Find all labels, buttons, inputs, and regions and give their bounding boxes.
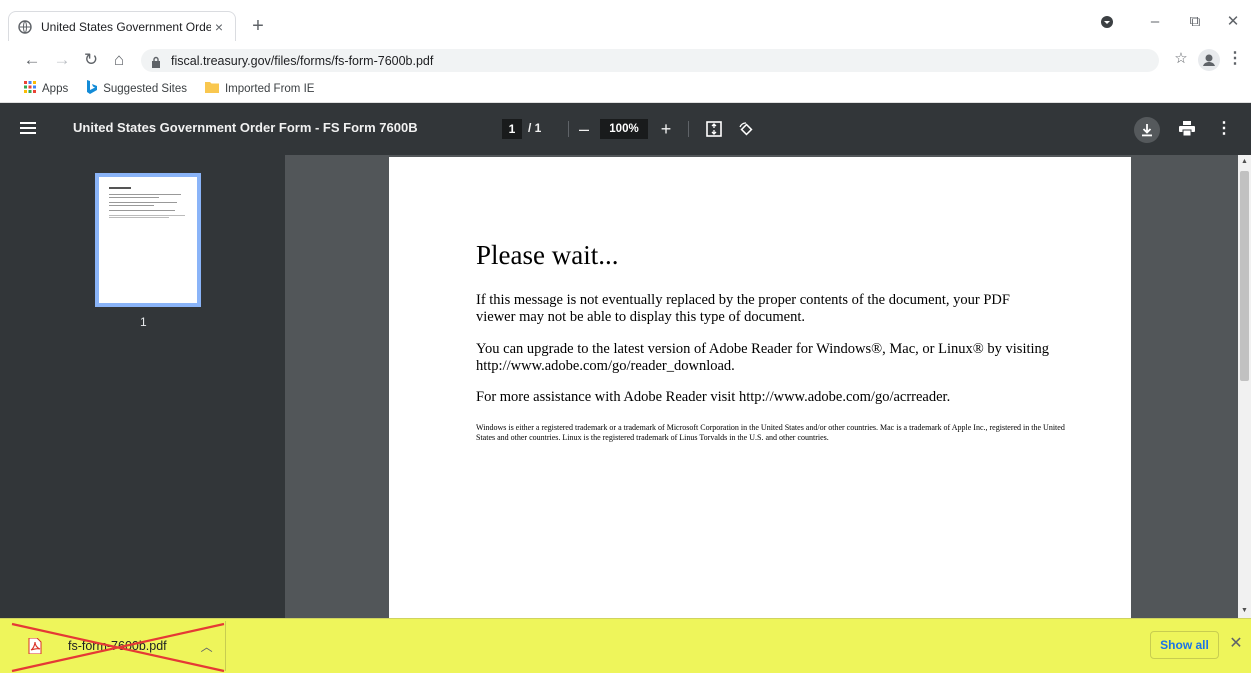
- document-title: United States Government Order Form - FS…: [73, 120, 418, 135]
- download-shelf-close-icon[interactable]: ✕: [1227, 633, 1245, 655]
- more-options-icon[interactable]: ⋮: [1216, 117, 1232, 141]
- bing-icon: [86, 80, 98, 97]
- window-close-button[interactable]: ✕: [1221, 10, 1245, 34]
- rotate-icon[interactable]: [734, 117, 758, 141]
- apps-grid-icon: [24, 81, 36, 96]
- scrollbar-thumb[interactable]: [1240, 171, 1249, 381]
- thumb-line: [109, 215, 185, 216]
- page-thumbnail[interactable]: [95, 173, 201, 307]
- tab-close-icon[interactable]: ×: [211, 19, 227, 35]
- restore-button[interactable]: ⧉: [1183, 10, 1207, 34]
- address-bar[interactable]: fiscal.treasury.gov/files/forms/fs-form-…: [141, 49, 1159, 72]
- pdf-toolbar: United States Government Order Form - FS…: [0, 103, 1251, 155]
- page-number-input[interactable]: 1: [502, 119, 522, 139]
- browser-toolbar: ← → ↻ ⌂ fiscal.treasury.gov/files/forms/…: [0, 44, 1251, 76]
- profile-menu-icon[interactable]: [1095, 10, 1119, 34]
- bookmark-label: Apps: [42, 82, 69, 95]
- paragraph-assistance: For more assistance with Adobe Reader vi…: [476, 389, 951, 405]
- url-text: fiscal.treasury.gov/files/forms/fs-form-…: [171, 53, 434, 68]
- bookmarks-bar: Apps Suggested Sites Imported From IE: [0, 76, 1251, 101]
- bookmark-label: Suggested Sites: [103, 82, 187, 95]
- thumbnail-page-number: 1: [140, 315, 147, 329]
- fit-page-icon[interactable]: [702, 117, 726, 141]
- scroll-down-arrow-icon[interactable]: ▼: [1238, 604, 1251, 618]
- pdf-page: Please wait... If this message is not ev…: [389, 157, 1131, 618]
- hamburger-menu-icon[interactable]: [20, 117, 44, 141]
- show-all-button[interactable]: Show all: [1150, 631, 1219, 659]
- thumb-line: [109, 217, 169, 218]
- back-arrow-icon[interactable]: ←: [20, 48, 44, 72]
- scroll-up-arrow-icon[interactable]: ▲: [1238, 155, 1251, 169]
- thumb-line: [109, 205, 154, 206]
- red-cross-annotation: [11, 622, 225, 673]
- bookmark-star-icon[interactable]: ☆: [1170, 48, 1192, 70]
- globe-icon: [17, 19, 33, 35]
- paragraph-upgrade: You can upgrade to the latest version of…: [476, 341, 1050, 374]
- page-total: / 1: [528, 121, 542, 135]
- minimize-button[interactable]: –: [1143, 10, 1167, 34]
- zoom-out-button[interactable]: –: [572, 117, 596, 141]
- thumb-line: [109, 187, 131, 189]
- vertical-scrollbar[interactable]: ▲ ▼: [1238, 155, 1251, 618]
- tab-strip: United States Government Order × + – ⧉ ✕: [0, 0, 1251, 44]
- thumb-line: [109, 197, 159, 198]
- thumb-line: [109, 210, 175, 211]
- toolbar-divider: [688, 121, 689, 137]
- bookmark-imported-from-ie[interactable]: Imported From IE: [204, 81, 315, 96]
- download-shelf: fs-form-7600b.pdf ︿ Show all ✕: [0, 618, 1251, 673]
- browser-menu-icon[interactable]: ⋮: [1226, 48, 1244, 70]
- browser-chrome: United States Government Order × + – ⧉ ✕…: [0, 0, 1251, 103]
- zoom-in-button[interactable]: +: [654, 117, 678, 141]
- account-avatar[interactable]: [1198, 49, 1220, 71]
- folder-icon: [204, 81, 219, 96]
- thumb-line: [109, 194, 181, 195]
- toolbar-divider: [568, 121, 569, 137]
- zoom-level-input[interactable]: 100%: [600, 119, 648, 139]
- browser-tab[interactable]: United States Government Order ×: [8, 11, 236, 41]
- download-icon[interactable]: [1134, 117, 1160, 143]
- thumb-line: [109, 202, 177, 203]
- home-icon[interactable]: ⌂: [107, 48, 131, 72]
- document-viewport[interactable]: Please wait... If this message is not ev…: [285, 155, 1238, 618]
- forward-arrow-icon[interactable]: →: [50, 48, 74, 72]
- trademark-notice: Windows is either a registered trademark…: [476, 423, 1065, 442]
- reload-icon[interactable]: ↻: [79, 48, 103, 72]
- print-icon[interactable]: [1175, 117, 1199, 141]
- new-tab-button[interactable]: +: [245, 13, 271, 39]
- lock-icon: [151, 55, 161, 68]
- thumbnail-sidebar: 1: [0, 155, 285, 618]
- bookmark-label: Imported From IE: [224, 82, 315, 95]
- bookmark-apps[interactable]: Apps: [24, 81, 68, 96]
- tab-title: United States Government Order: [41, 19, 211, 34]
- bookmark-suggested-sites[interactable]: Suggested Sites: [86, 80, 187, 97]
- page-heading: Please wait...: [476, 240, 619, 270]
- paragraph-viewer-warning: If this message is not eventually replac…: [476, 292, 1010, 325]
